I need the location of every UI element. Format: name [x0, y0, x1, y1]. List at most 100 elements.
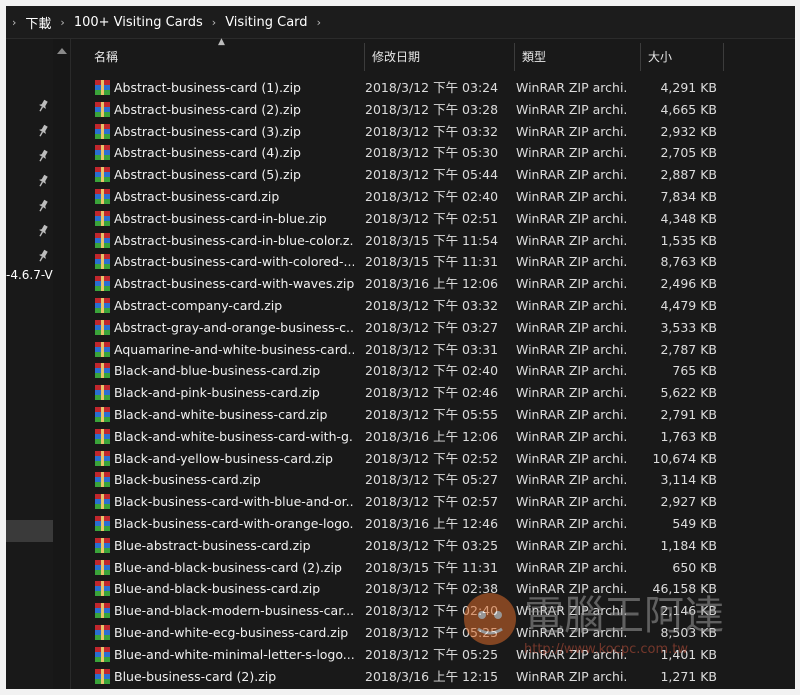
file-name[interactable]: Black-and-white-business-card.zip: [114, 404, 354, 426]
chevron-right-icon[interactable]: ›: [212, 16, 216, 29]
file-name[interactable]: Blue-abstract-business-card.zip: [114, 535, 354, 557]
file-row[interactable]: Abstract-company-card.zip 2018/3/12 下午 03…: [80, 295, 795, 317]
file-name[interactable]: Abstract-business-card-in-blue.zip: [114, 208, 354, 230]
file-row[interactable]: Black-business-card-with-blue-and-or... 2…: [80, 491, 795, 513]
pin-icon[interactable]: [34, 222, 51, 240]
file-row[interactable]: Abstract-business-card-in-blue.zip 2018/3…: [80, 208, 795, 230]
winrar-archive-icon: [95, 80, 110, 95]
file-name[interactable]: Abstract-business-card-with-waves.zip: [114, 273, 354, 295]
file-row[interactable]: Black-and-white-business-card-with-g... 2…: [80, 426, 795, 448]
pane-divider[interactable]: [70, 39, 71, 689]
watermark-url: http://www.kocpc.com.tw: [524, 642, 688, 657]
file-size: 765 KB: [672, 363, 717, 379]
file-row[interactable]: Abstract-business-card (2).zip 2018/3/12 …: [80, 99, 795, 121]
file-type: WinRAR ZIP archi...: [516, 123, 628, 139]
chevron-right-icon[interactable]: ›: [317, 16, 321, 29]
file-type: WinRAR ZIP archi...: [516, 385, 628, 401]
column-header-name[interactable]: 名稱: [80, 43, 365, 71]
file-row[interactable]: Black-and-yellow-business-card.zip 2018/3…: [80, 448, 795, 470]
file-name[interactable]: Blue-and-black-business-card.zip: [114, 578, 354, 600]
file-name[interactable]: Abstract-business-card.zip: [114, 186, 354, 208]
file-date: 2018/3/12 下午 05:44: [365, 167, 499, 183]
file-name[interactable]: Black-and-yellow-business-card.zip: [114, 448, 354, 470]
file-name[interactable]: Abstract-business-card (2).zip: [114, 99, 354, 121]
file-name[interactable]: Black-and-white-business-card-with-g...: [114, 426, 354, 448]
file-type: WinRAR ZIP archi...: [516, 297, 628, 313]
file-row[interactable]: Abstract-business-card-in-blue-color.z..…: [80, 230, 795, 252]
pin-icon[interactable]: [34, 147, 51, 165]
file-size: 4,348 KB: [660, 210, 717, 226]
file-row[interactable]: Blue-abstract-business-card.zip 2018/3/12…: [80, 535, 795, 557]
navigation-pane[interactable]: -4.6.7-V: [6, 39, 70, 689]
pin-icon[interactable]: [34, 197, 51, 215]
winrar-archive-icon: [95, 319, 110, 335]
nav-item-selected[interactable]: [6, 520, 53, 542]
file-name[interactable]: Blue-and-white-minimal-letter-s-logo....: [114, 644, 354, 666]
nav-item-label[interactable]: -4.6.7-V: [6, 268, 53, 282]
column-header-size[interactable]: 大小: [641, 43, 724, 71]
file-name[interactable]: Abstract-gray-and-orange-business-c...: [114, 317, 354, 339]
file-name[interactable]: Black-business-card-with-blue-and-or...: [114, 491, 354, 513]
file-type: WinRAR ZIP archi...: [516, 450, 628, 466]
column-header: ▲ 名稱 修改日期 類型 大小: [80, 37, 795, 71]
chevron-right-icon[interactable]: ›: [12, 16, 16, 29]
file-name[interactable]: Blue-and-white-ecg-business-card.zip: [114, 622, 354, 644]
file-type: WinRAR ZIP archi...: [516, 276, 628, 292]
pin-icon[interactable]: [34, 247, 51, 265]
file-type: WinRAR ZIP archi...: [516, 232, 628, 248]
winrar-archive-icon: [95, 297, 110, 313]
file-date: 2018/3/12 下午 03:31: [365, 341, 499, 357]
file-row[interactable]: Abstract-business-card.zip 2018/3/12 下午 0…: [80, 186, 795, 208]
file-name[interactable]: Black-business-card-with-orange-logo...: [114, 513, 354, 535]
breadcrumb-item-visiting-card[interactable]: Visiting Card: [225, 15, 307, 30]
file-row[interactable]: Black-and-blue-business-card.zip 2018/3/1…: [80, 360, 795, 382]
file-name[interactable]: Black-business-card.zip: [114, 469, 354, 491]
file-name[interactable]: Abstract-business-card (3).zip: [114, 121, 354, 143]
file-name[interactable]: Black-and-pink-business-card.zip: [114, 382, 354, 404]
chevron-right-icon[interactable]: ›: [60, 16, 64, 29]
file-size: 10,674 KB: [652, 450, 717, 466]
address-bar[interactable]: › 下載 › 100+ Visiting Cards › Visiting Ca…: [6, 6, 795, 39]
file-type: WinRAR ZIP archi...: [516, 254, 628, 270]
file-size: 549 KB: [672, 515, 717, 531]
file-date: 2018/3/16 上午 12:06: [365, 428, 499, 444]
breadcrumb-item-downloads[interactable]: 下載: [25, 13, 51, 32]
pin-icon[interactable]: [34, 172, 51, 190]
file-name[interactable]: Aquamarine-and-white-business-card....: [114, 339, 354, 361]
file-name[interactable]: Blue-and-black-modern-business-car...: [114, 600, 354, 622]
file-size: 2,496 KB: [660, 276, 717, 292]
file-name[interactable]: Blue-business-card (2).zip: [114, 666, 354, 688]
file-row[interactable]: Black-business-card-with-orange-logo... 2…: [80, 513, 795, 535]
pin-icon[interactable]: [34, 122, 51, 140]
file-name[interactable]: Black-and-blue-business-card.zip: [114, 360, 354, 382]
file-row[interactable]: Abstract-business-card (5).zip 2018/3/12 …: [80, 164, 795, 186]
file-row[interactable]: Abstract-gray-and-orange-business-c... 20…: [80, 317, 795, 339]
file-row[interactable]: Blue-business-card (2).zip 2018/3/16 上午 1…: [80, 666, 795, 688]
file-row[interactable]: Black-and-pink-business-card.zip 2018/3/1…: [80, 382, 795, 404]
file-name[interactable]: Abstract-business-card-in-blue-color.z..…: [114, 230, 354, 252]
file-name[interactable]: Blue-and-black-business-card (2).zip: [114, 557, 354, 579]
file-type: WinRAR ZIP archi...: [516, 494, 628, 510]
file-size: 2,787 KB: [660, 341, 717, 357]
file-name[interactable]: Abstract-business-card-with-colored-...: [114, 251, 354, 273]
file-name[interactable]: Abstract-business-card (1).zip: [114, 77, 354, 99]
file-row[interactable]: Abstract-business-card-with-waves.zip 201…: [80, 273, 795, 295]
file-name[interactable]: Abstract-business-card (5).zip: [114, 164, 354, 186]
file-name[interactable]: Abstract-business-card (4).zip: [114, 142, 354, 164]
file-row[interactable]: Abstract-business-card (4).zip 2018/3/12 …: [80, 142, 795, 164]
file-row[interactable]: Abstract-business-card-with-colored-... 2…: [80, 251, 795, 273]
file-row[interactable]: Aquamarine-and-white-business-card.... 20…: [80, 339, 795, 361]
nav-scrollbar[interactable]: [53, 39, 70, 689]
column-header-date[interactable]: 修改日期: [365, 43, 515, 71]
pin-icon[interactable]: [34, 97, 51, 115]
column-header-type[interactable]: 類型: [515, 43, 641, 71]
file-row[interactable]: Abstract-business-card (3).zip 2018/3/12 …: [80, 121, 795, 143]
file-name[interactable]: Abstract-company-card.zip: [114, 295, 354, 317]
file-date: 2018/3/12 下午 05:27: [365, 472, 499, 488]
file-row[interactable]: Abstract-business-card (1).zip 2018/3/12 …: [80, 77, 795, 99]
file-row[interactable]: Black-business-card.zip 2018/3/12 下午 05:2…: [80, 469, 795, 491]
scroll-up-icon[interactable]: [57, 48, 67, 54]
file-row[interactable]: Black-and-white-business-card.zip 2018/3/…: [80, 404, 795, 426]
breadcrumb-item-visiting-cards[interactable]: 100+ Visiting Cards: [74, 15, 203, 30]
winrar-archive-icon: [95, 537, 110, 553]
